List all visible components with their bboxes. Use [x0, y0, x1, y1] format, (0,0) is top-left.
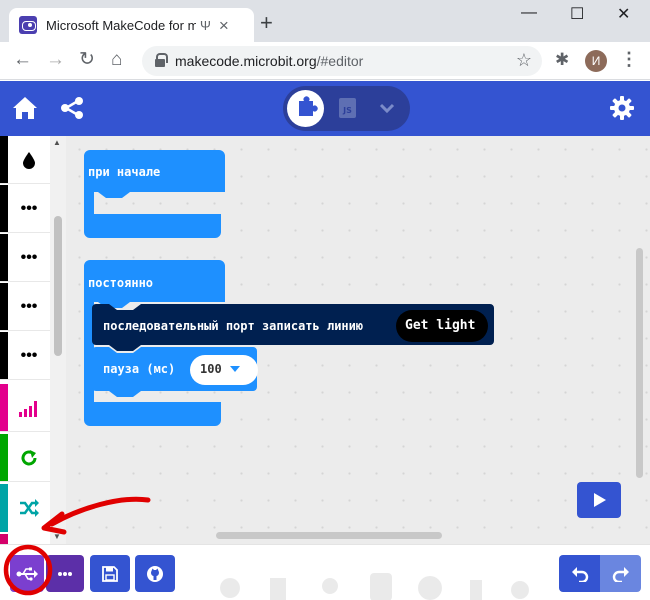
- toolbox-category-radio[interactable]: [0, 384, 50, 432]
- home-icon[interactable]: [12, 96, 38, 120]
- reload-button[interactable]: ↻: [79, 50, 95, 70]
- toolbox-category-3[interactable]: •••: [0, 234, 50, 282]
- forever-label: постоянно: [88, 276, 154, 290]
- pause-value: 100: [200, 362, 222, 376]
- back-button[interactable]: ←: [13, 50, 32, 70]
- toolbox-scroll-thumb[interactable]: [54, 216, 62, 356]
- toolbox-category-logic[interactable]: [0, 484, 50, 532]
- lock-icon[interactable]: [155, 53, 168, 68]
- editor-toggle: JS: [283, 86, 410, 131]
- toolbox-category-4[interactable]: •••: [0, 283, 50, 331]
- more-icon: •••: [20, 346, 38, 364]
- category-color-bar: [0, 185, 8, 232]
- decorative-circuit-pattern: [220, 573, 529, 600]
- extensions-puzzle-icon[interactable]: ✱: [555, 50, 569, 70]
- category-color-bar: [0, 136, 8, 183]
- toolbox-category-1[interactable]: [0, 136, 50, 184]
- more-icon: •••: [20, 297, 38, 315]
- maximize-button[interactable]: ☐: [570, 4, 584, 24]
- redo-icon: [612, 566, 629, 582]
- browser-tabstrip: Microsoft MakeCode for micro:bit Ψ × + —…: [0, 0, 650, 42]
- new-tab-button[interactable]: +: [260, 12, 273, 34]
- makecode-header: JS: [0, 81, 650, 136]
- usb-icon: [16, 567, 38, 581]
- share-icon[interactable]: [60, 96, 84, 120]
- save-button[interactable]: [90, 555, 130, 592]
- url-text: makecode.microbit.org/#editor: [175, 53, 363, 69]
- blocks-toggle-button[interactable]: [287, 90, 324, 127]
- category-color-bar: [0, 384, 8, 431]
- javascript-toggle-button[interactable]: JS: [339, 98, 356, 118]
- url-host: makecode.microbit.org: [175, 53, 317, 69]
- browser-tab[interactable]: Microsoft MakeCode for micro:bit Ψ ×: [9, 8, 254, 42]
- on-start-block[interactable]: [84, 150, 225, 238]
- more-button[interactable]: [46, 555, 84, 592]
- minimize-button[interactable]: —: [521, 4, 537, 22]
- toolbox-category-5[interactable]: •••: [0, 332, 50, 380]
- home-button[interactable]: ⌂: [111, 50, 122, 70]
- get-light-label: Get light: [405, 318, 476, 333]
- blocks-workspace[interactable]: при начале постоянно последовательный по…: [66, 136, 650, 544]
- workspace-vertical-scrollbar[interactable]: [636, 248, 643, 478]
- category-color-bar: [0, 234, 8, 281]
- category-color-bar: [0, 534, 8, 544]
- blocks-canvas: [84, 150, 494, 426]
- loop-icon: [8, 434, 50, 481]
- github-button[interactable]: [135, 555, 175, 592]
- tab-close-icon[interactable]: ×: [219, 17, 229, 34]
- shuffle-icon: [8, 484, 50, 532]
- toolbox-category-loops[interactable]: [0, 434, 50, 482]
- more-icon: •••: [20, 199, 38, 217]
- toolbox: ••• ••• ••• •••: [0, 136, 50, 544]
- drop-icon: [8, 136, 50, 183]
- browser-menu-icon[interactable]: ⋮: [620, 49, 638, 70]
- undo-button[interactable]: [559, 555, 600, 592]
- profile-avatar[interactable]: И: [585, 50, 607, 72]
- address-bar[interactable]: makecode.microbit.org/#editor ☆: [142, 46, 542, 76]
- scroll-down-arrow-icon[interactable]: ▼: [53, 532, 61, 541]
- category-color-bar: [0, 434, 8, 481]
- download-button[interactable]: [10, 555, 44, 592]
- category-color-bar: [0, 332, 8, 379]
- more-icon: •••: [20, 248, 38, 266]
- undo-icon: [571, 566, 588, 582]
- signal-icon: [8, 384, 50, 431]
- redo-button[interactable]: [600, 555, 641, 592]
- category-color-bar: [0, 283, 8, 330]
- puzzle-icon: [299, 96, 318, 116]
- toolbox-scrollbar[interactable]: ▲ ▼: [50, 136, 66, 544]
- scroll-up-arrow-icon[interactable]: ▲: [53, 138, 61, 147]
- bookmark-star-icon[interactable]: ☆: [516, 50, 532, 71]
- window-close-button[interactable]: ✕: [617, 4, 630, 24]
- save-icon: [102, 565, 118, 582]
- pause-label: пауза (мс): [103, 362, 176, 376]
- forward-button[interactable]: →: [46, 50, 65, 70]
- browser-toolbar: ← → ↻ ⌂ makecode.microbit.org/#editor ☆ …: [0, 42, 650, 80]
- play-icon: [594, 493, 606, 507]
- gear-icon[interactable]: [609, 95, 635, 121]
- makecode-favicon-icon: [19, 16, 37, 34]
- more-icon: [58, 571, 72, 576]
- serial-write-label: последовательный порт записать линию: [103, 319, 364, 333]
- toolbox-category-2[interactable]: •••: [0, 185, 50, 233]
- chevron-down-icon[interactable]: [378, 99, 396, 117]
- url-path: /#editor: [316, 53, 364, 69]
- tab-title: Microsoft MakeCode for micro:bit: [46, 17, 196, 33]
- workspace-horizontal-scrollbar[interactable]: [216, 532, 442, 539]
- usb-connected-icon: Ψ: [200, 17, 211, 33]
- simulator-run-button[interactable]: [577, 482, 621, 518]
- github-icon: [147, 565, 163, 582]
- category-color-bar: [0, 484, 8, 532]
- editor-bottombar: [0, 544, 650, 600]
- on-start-label: при начале: [88, 165, 161, 179]
